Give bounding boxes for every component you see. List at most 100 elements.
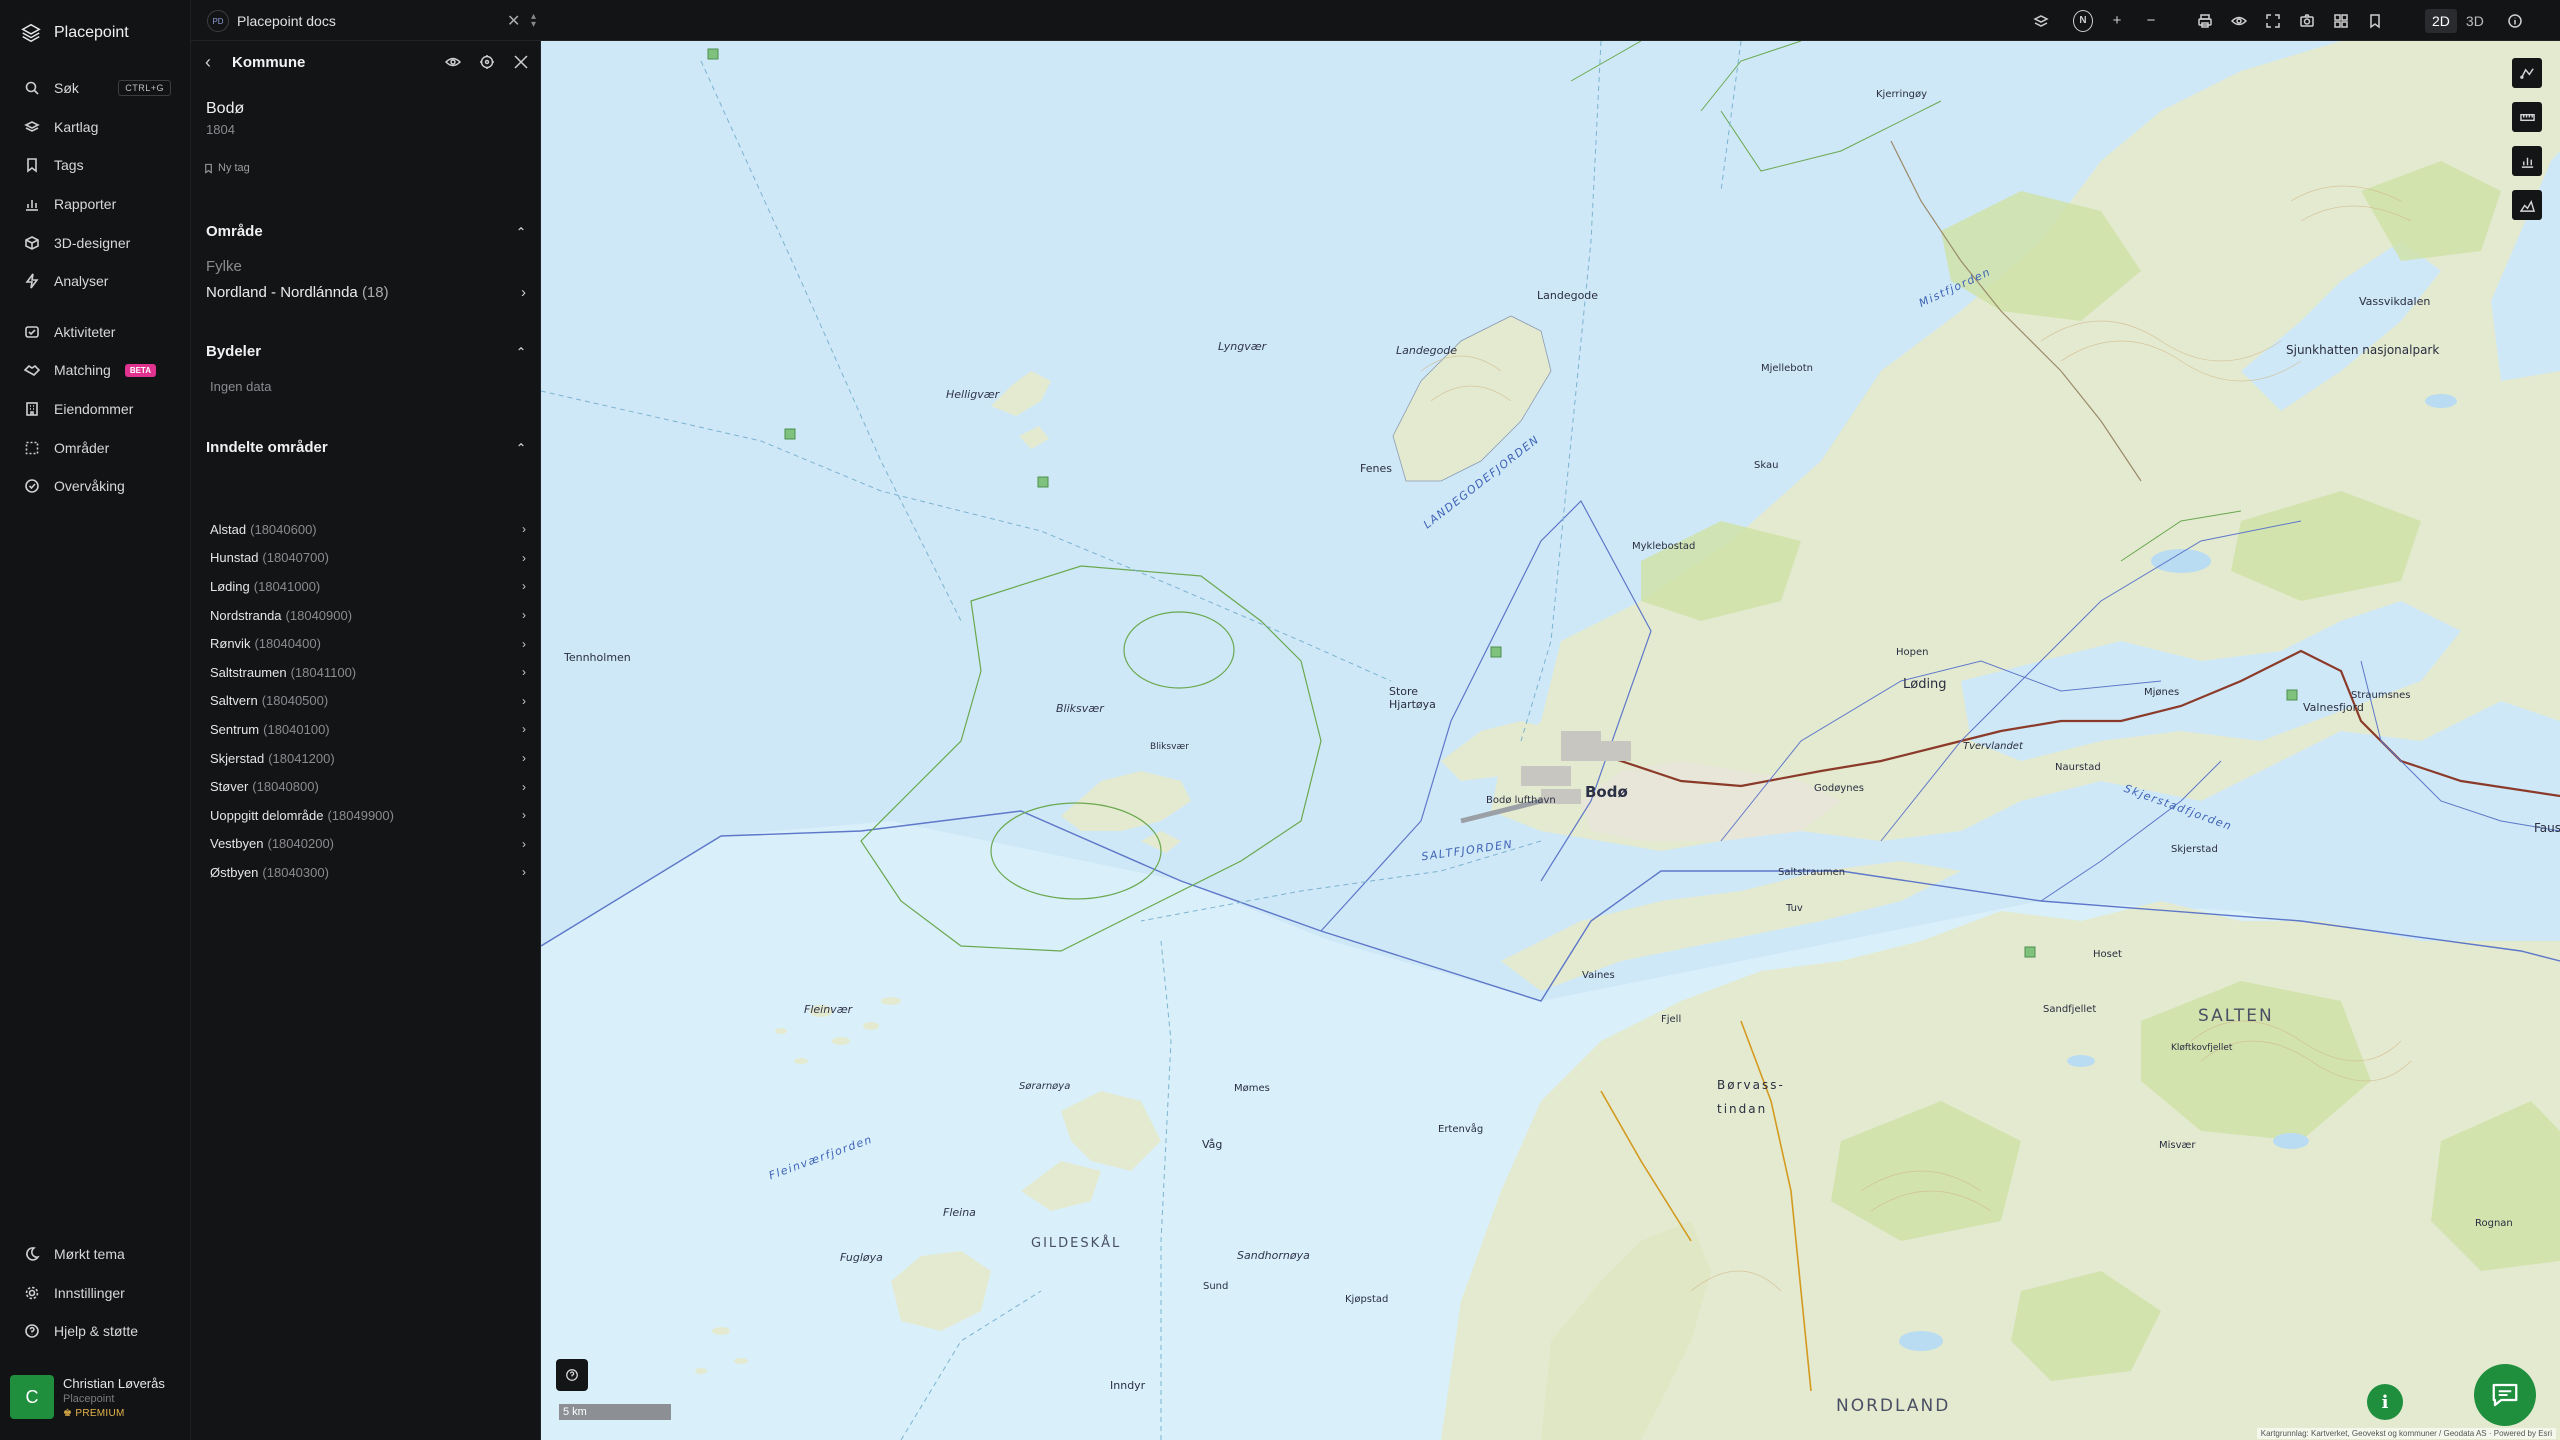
list-item[interactable]: Vestbyen (18040200) › (210, 830, 526, 859)
nav-item-label: Hjelp & støtte (54, 1323, 139, 1340)
list-item[interactable]: Uoppgitt delområde (18049900) › (210, 801, 526, 830)
list-item[interactable]: Sentrum (18040100) › (210, 715, 526, 744)
map-canvas[interactable]: Bodø SALTEN NORDLAND GILDESKÅL Landegode… (541, 41, 2560, 1440)
list-item[interactable]: Løding (18041000) › (210, 572, 526, 601)
nav-item-properties[interactable]: Eiendommer (0, 390, 191, 429)
list-item[interactable]: Rønvik (18040400) › (210, 629, 526, 658)
list-item[interactable]: Hunstad (18040700) › (210, 544, 526, 573)
chevron-right-icon: › (522, 808, 526, 823)
cube-icon (25, 235, 39, 250)
locate-icon[interactable] (479, 54, 495, 70)
expand-icon[interactable]: ▴ ▾ (531, 12, 536, 30)
info-icon[interactable] (2505, 11, 2525, 31)
area-code: (18040800) (252, 779, 319, 795)
map-label-inndyr: Inndyr (1110, 1379, 1146, 1392)
section-bydeler-header[interactable]: Bydeler ⌃ (206, 343, 526, 360)
nav-item-layers[interactable]: Kartlag (0, 108, 191, 147)
area-name: Uoppgitt delområde (210, 807, 324, 823)
brand[interactable]: Placepoint (20, 20, 129, 46)
placepoint-logo-icon (21, 23, 41, 43)
nav-item-label: Overvåking (54, 478, 125, 495)
panel-header: ‹ Kommune (191, 41, 541, 83)
eye-icon[interactable] (2229, 11, 2249, 31)
nav-item-search[interactable]: Søk CTRL+G (0, 69, 191, 108)
map-label-myklebostad: Myklebostad (1632, 541, 1696, 552)
close-icon[interactable]: ✕ (507, 11, 520, 31)
area-name: Vestbyen (210, 836, 264, 852)
map-label-vassvikdalen: Vassvikdalen (2359, 295, 2431, 308)
nav-item-settings[interactable]: Innstillinger (0, 1274, 191, 1313)
nav-item-tags[interactable]: Tags (0, 146, 191, 185)
map-label-mames: Mømes (1234, 1083, 1270, 1094)
compass-button[interactable]: N (2073, 9, 2093, 32)
nav-item-reports[interactable]: Rapporter (0, 185, 191, 224)
plan-label: PREMIUM (75, 1407, 125, 1419)
map-tool-measure[interactable] (2512, 102, 2542, 132)
user-card[interactable]: C Christian Løverås Placepoint ♚ PREMIUM (10, 1368, 182, 1426)
map-tool-elevation[interactable] (2512, 190, 2542, 220)
nav-item-analyses[interactable]: Analyser (0, 262, 191, 301)
list-item[interactable]: Støver (18040800) › (210, 772, 526, 801)
nav-item-matching[interactable]: Matching BETA (0, 351, 191, 390)
bar-chart-icon (2521, 157, 2533, 168)
info-button[interactable]: i (2367, 1384, 2403, 1420)
section-title: Område (206, 223, 263, 240)
monitor-icon (25, 479, 39, 494)
map-basemap (541, 41, 2560, 1440)
view-mode-toggle: 2D 3D (2425, 8, 2491, 33)
list-item[interactable]: Nordstranda (18040900) › (210, 601, 526, 630)
list-item[interactable]: Skjerstad (18041200) › (210, 744, 526, 773)
zoom-out-icon[interactable]: − (2141, 11, 2161, 31)
nav-item-3d-designer[interactable]: 3D-designer (0, 223, 191, 262)
camera-icon[interactable] (2297, 11, 2317, 31)
map-label-nordland: NORDLAND (1836, 1396, 1951, 1416)
county-link[interactable]: Nordland - Nordlánnda (18) › (206, 284, 526, 301)
zoom-in-icon[interactable]: + (2107, 11, 2127, 31)
empty-state: Ingen data (210, 379, 272, 394)
map-label-fugloya: Fugløya (840, 1251, 883, 1264)
section-inndelte-header[interactable]: Inndelte områder ⌃ (206, 439, 526, 456)
list-item[interactable]: Alstad (18040600) › (210, 515, 526, 544)
section-omrade-header[interactable]: Område ⌃ (206, 223, 526, 240)
grid-icon[interactable] (2331, 11, 2351, 31)
fullscreen-icon[interactable] (2263, 11, 2283, 31)
nav-item-areas[interactable]: Områder (0, 428, 191, 467)
bookmark-icon[interactable] (2365, 11, 2385, 31)
chart-icon (26, 200, 38, 211)
map-label-hopen: Hopen (1896, 647, 1929, 658)
map-label-sandhornoya: Sandhornøya (1237, 1249, 1310, 1262)
map-help-button[interactable] (556, 1359, 588, 1391)
map-label-ertenvag: Ertenvåg (1438, 1124, 1484, 1135)
eye-icon[interactable] (445, 54, 461, 70)
municipality-name: Bodø (206, 100, 245, 117)
area-name: Nordstranda (210, 607, 282, 623)
close-icon[interactable] (513, 54, 529, 70)
map-tool-statistics[interactable] (2512, 146, 2542, 176)
map-label-tuv: Tuv (1786, 903, 1803, 914)
nav-item-dark-theme[interactable]: Mørkt tema (0, 1235, 191, 1274)
list-item[interactable]: Saltstraumen (18041100) › (210, 658, 526, 687)
back-icon[interactable]: ‹ (205, 52, 211, 73)
map-label-store-hjartoya: Store Hjartøya (1389, 685, 1436, 711)
nav-item-help[interactable]: Hjelp & støtte (0, 1312, 191, 1351)
chevron-up-icon: ⌃ (515, 345, 526, 359)
nav-item-activities[interactable]: Aktiviteter (0, 313, 191, 352)
layer-stack-icon[interactable] (2031, 11, 2051, 31)
area-name: Østbyen (210, 864, 259, 880)
document-tab[interactable]: PD Placepoint docs ✕ ▴ ▾ (207, 6, 536, 36)
map-label-gildeskal: GILDESKÅL (1031, 1236, 1122, 1251)
chevron-right-icon: › (521, 284, 526, 301)
user-org: Placepoint (63, 1392, 115, 1405)
map-tool-draw[interactable] (2512, 58, 2542, 88)
nav-item-monitoring[interactable]: Overvåking (0, 467, 191, 506)
chat-button[interactable] (2474, 1364, 2536, 1426)
chevron-right-icon: › (522, 722, 526, 737)
list-item[interactable]: Østbyen (18040300) › (210, 858, 526, 887)
view-2d-button[interactable]: 2D (2425, 8, 2457, 33)
view-3d-button[interactable]: 3D (2459, 9, 2491, 33)
area-code: (18040500) (261, 693, 329, 709)
new-tag-button[interactable]: Ny tag (203, 162, 250, 174)
area-name: Saltstraumen (210, 664, 287, 680)
print-icon[interactable] (2195, 11, 2215, 31)
list-item[interactable]: Saltvern (18040500) › (210, 687, 526, 716)
